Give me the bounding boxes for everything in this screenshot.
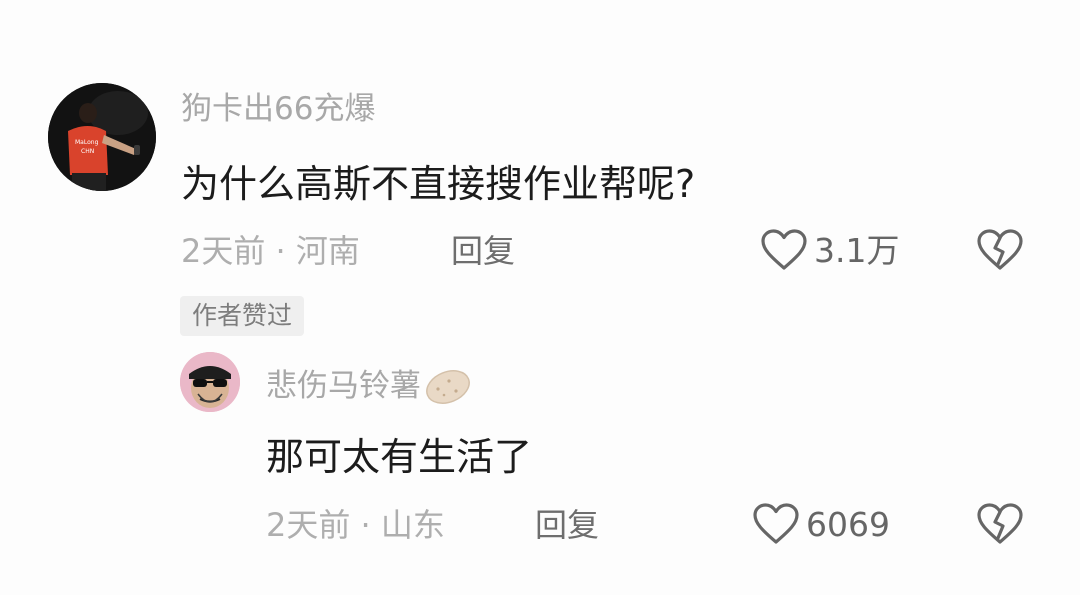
reply-like-button[interactable]: 6069 <box>752 502 890 546</box>
like-count: 3.1万 <box>814 230 900 270</box>
comment-username[interactable]: 狗卡出66充爆 <box>181 94 375 125</box>
reply-time-location: 2天前 · 山东 <box>266 506 445 544</box>
reply-avatar-image <box>180 352 240 412</box>
reply-like-count: 6069 <box>806 504 890 544</box>
broken-heart-icon <box>977 503 1023 544</box>
svg-text:MaLong: MaLong <box>75 139 99 146</box>
svg-text:CHN: CHN <box>81 148 94 155</box>
comment-text: 为什么高斯不直接搜作业帮呢? <box>181 162 696 206</box>
potato-emoji-icon <box>426 370 470 404</box>
heart-outline-icon <box>753 503 799 544</box>
broken-heart-icon <box>977 229 1023 270</box>
reply-text: 那可太有生活了 <box>266 435 533 479</box>
comment-time-location: 2天前 · 河南 <box>181 232 360 270</box>
avatar-image: MaLong CHN <box>48 83 156 191</box>
author-liked-badge: 作者赞过 <box>180 296 305 336</box>
dislike-button[interactable] <box>976 228 1024 276</box>
reply-reply-button[interactable]: 回复 <box>535 509 599 541</box>
heart-outline-icon <box>761 229 807 270</box>
reply-button[interactable]: 回复 <box>451 235 515 267</box>
reply-dislike-button[interactable] <box>976 502 1024 550</box>
avatar[interactable]: MaLong CHN <box>48 83 156 191</box>
reply-avatar[interactable] <box>180 352 240 412</box>
like-button[interactable]: 3.1万 <box>760 228 899 272</box>
reply-username-row[interactable]: 悲伤马铃薯 <box>266 366 473 406</box>
reply-username[interactable]: 悲伤马铃薯 <box>266 370 421 402</box>
